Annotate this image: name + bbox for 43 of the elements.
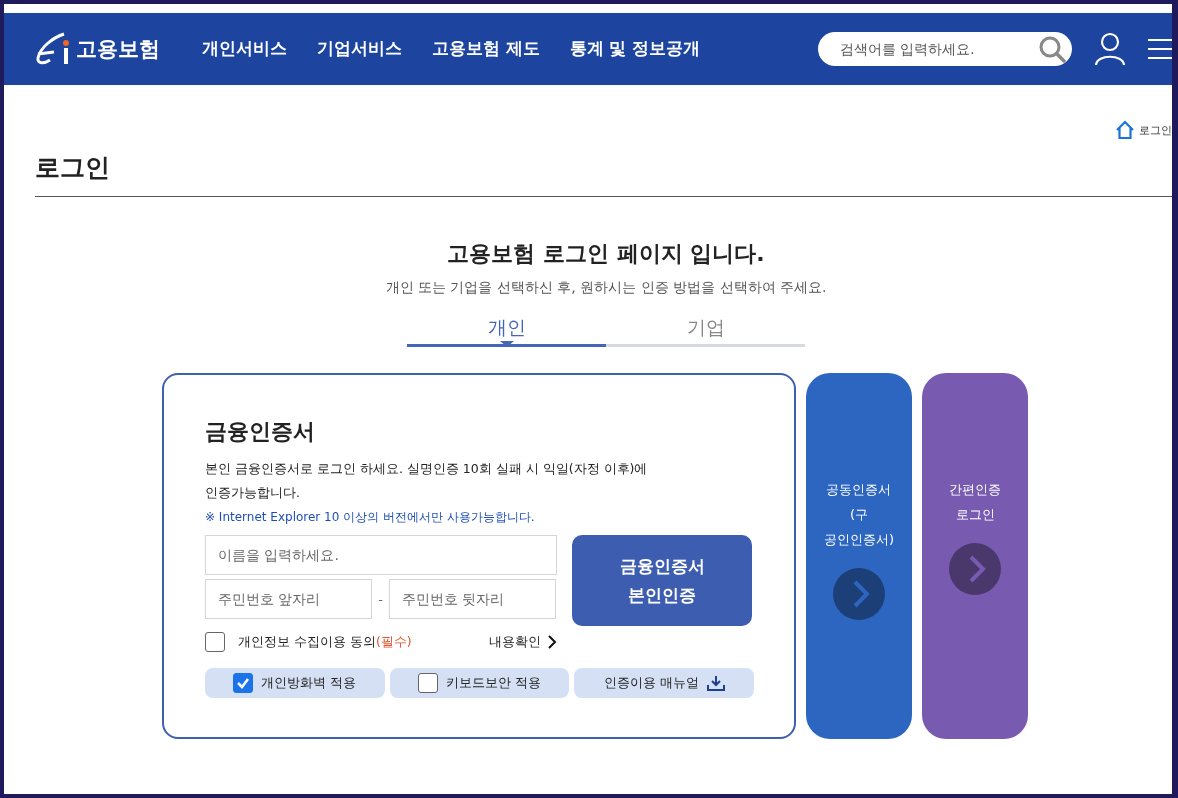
- consent-label: 개인정보 수집이용 동의(필수): [238, 633, 412, 651]
- nav-link[interactable]: 통계 및 정보공개: [569, 38, 701, 60]
- page-title: 로그인: [35, 151, 1172, 197]
- breadcrumb-item[interactable]: 로그인: [1139, 122, 1172, 138]
- option-title: 간편인증 로그인: [949, 481, 1001, 524]
- download-icon: [706, 675, 725, 691]
- nav-link[interactable]: 고용보험 제도: [432, 38, 540, 60]
- option-label: 키보드보안 적용: [445, 674, 542, 692]
- logo-text[interactable]: 고용보험: [76, 35, 160, 63]
- name-input[interactable]: 이름을 입력하세요.: [205, 535, 557, 575]
- card-description: 본인 금융인증서로 로그인 하세요. 실명인증 10회 실패 시 익일(자정 이후)에 인증가능합니다.: [205, 460, 649, 502]
- nav-link[interactable]: 개인서비스: [202, 38, 287, 60]
- card-title: 금융인증서: [205, 418, 316, 446]
- browser-notice: ※ Internet Explorer 10 이상의 버전에서만 사용가능합니다.: [205, 509, 536, 526]
- verify-button[interactable]: 금융인증서 본인인증: [572, 535, 752, 626]
- home-icon[interactable]: [1115, 120, 1135, 140]
- chevron-icon: [547, 635, 557, 649]
- logo-icon[interactable]: [34, 32, 72, 66]
- tab[interactable]: 개인: [407, 311, 606, 347]
- intro-heading: 고용보험 로그인 페이지 입니다.: [447, 240, 765, 268]
- separator-dash: -: [378, 591, 383, 607]
- manual-download-button[interactable]: 인증이용 매뉴얼: [574, 668, 754, 698]
- id-back-input[interactable]: 주민번호 뒷자리: [389, 579, 556, 619]
- option-checkbox[interactable]: [233, 673, 254, 693]
- search-icon[interactable]: [1038, 35, 1066, 63]
- intro-subtitle: 개인 또는 기업을 선택하신 후, 원하시는 인증 방법을 선택하여 주세요.: [385, 279, 827, 297]
- tab[interactable]: 기업: [606, 311, 805, 347]
- search-bar[interactable]: 검색어를 입력하세요.: [818, 32, 1072, 66]
- login-option-card[interactable]: 간편인증 로그인: [922, 373, 1028, 739]
- consent-checkbox[interactable]: [205, 632, 225, 652]
- arrow-circle-icon: [833, 568, 885, 620]
- user-icon[interactable]: [1094, 32, 1126, 66]
- arrow-circle-icon: [949, 543, 1001, 595]
- option-toggle[interactable]: 키보드보안 적용: [389, 668, 570, 698]
- nav-link[interactable]: 기업서비스: [317, 38, 402, 60]
- option-checkbox[interactable]: [417, 673, 438, 693]
- id-front-input[interactable]: 주민번호 앞자리: [205, 579, 372, 619]
- menu-icon[interactable]: [1148, 37, 1172, 61]
- option-title: 공동인증서 (구 공인인증서): [823, 481, 895, 549]
- login-option-card[interactable]: 공동인증서 (구 공인인증서): [806, 373, 912, 739]
- details-link[interactable]: 내용확인: [489, 633, 557, 651]
- option-toggle[interactable]: 개인방화벽 적용: [205, 668, 385, 698]
- option-label: 개인방화벽 적용: [261, 674, 357, 692]
